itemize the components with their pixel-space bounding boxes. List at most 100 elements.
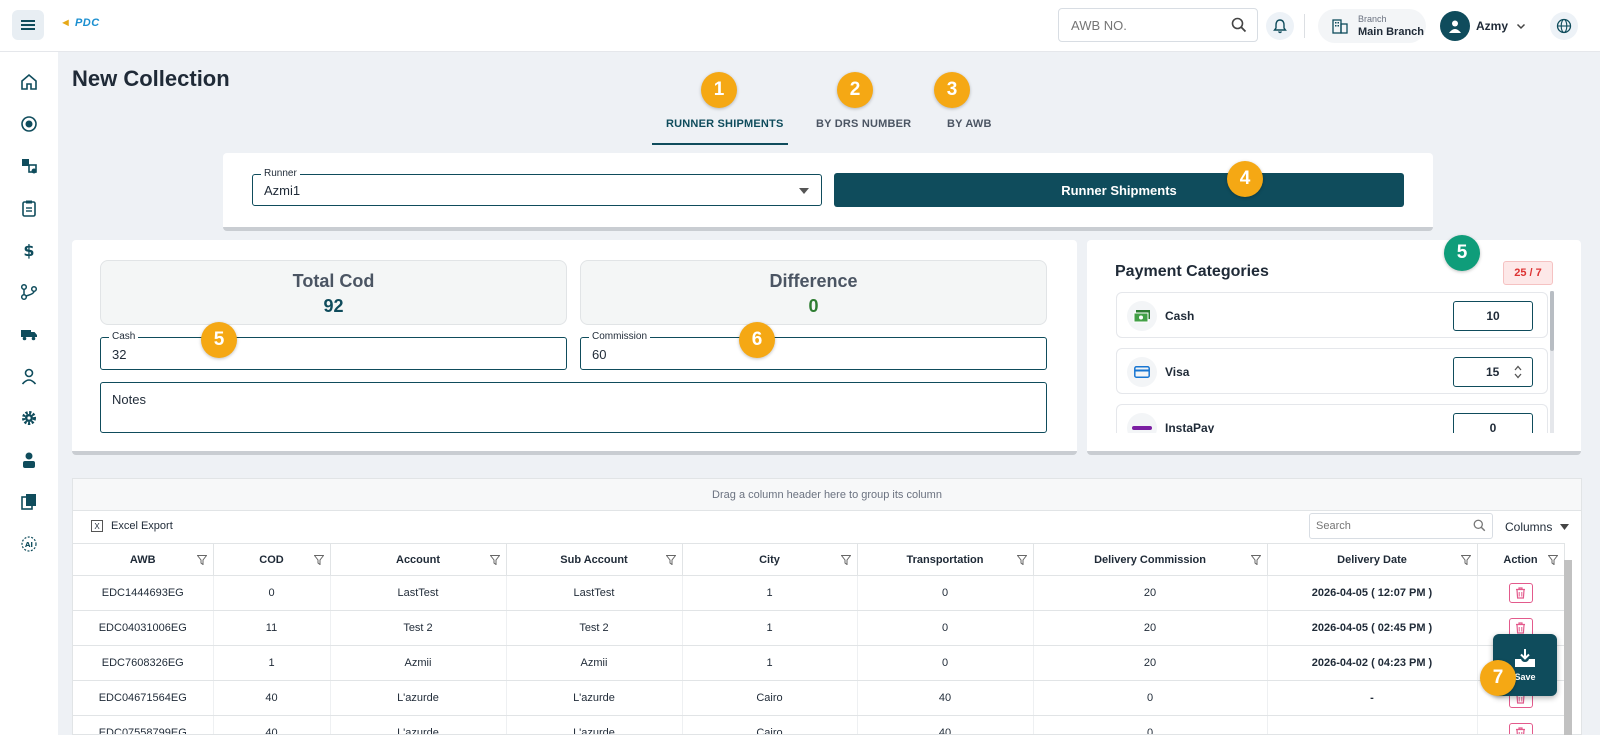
difference-box: Difference 0 — [580, 260, 1047, 325]
tab-by-drs-number[interactable]: BY DRS NUMBER — [816, 118, 911, 130]
filter-icon[interactable] — [313, 555, 324, 565]
payment-label-instapay: InstaPay — [1165, 421, 1215, 433]
chevron-down-icon[interactable] — [1516, 21, 1526, 31]
boxes-icon[interactable] — [17, 154, 41, 178]
excel-export-label: Excel Export — [111, 520, 173, 532]
credit-card-icon — [1127, 357, 1157, 387]
cash-icon — [1127, 301, 1157, 331]
cell-sub-account: L'azurde — [506, 715, 683, 734]
notes-placeholder: Notes — [112, 392, 146, 407]
filter-icon[interactable] — [665, 555, 676, 565]
filter-icon[interactable] — [1460, 555, 1471, 565]
filter-icon[interactable] — [1016, 555, 1027, 565]
column-header-account[interactable]: Account — [330, 543, 507, 576]
search-icon — [1473, 519, 1486, 532]
user-menu[interactable]: Azmy — [1440, 10, 1526, 42]
column-header-delivery-date[interactable]: Delivery Date — [1267, 543, 1478, 576]
gear-icon[interactable] — [17, 406, 41, 430]
step-marker-5-payment: 5 — [1444, 235, 1480, 271]
filter-icon[interactable] — [840, 555, 851, 565]
column-header-city[interactable]: City — [682, 543, 858, 576]
clipboard-icon[interactable] — [17, 196, 41, 220]
table-row[interactable]: EDC07558799EG 40 L'azurde L'azurde Cairo 40 0 — [73, 715, 1565, 734]
dollar-icon[interactable]: $ — [17, 238, 41, 262]
cell-delivery-commission: 0 — [1033, 680, 1268, 716]
notes-field[interactable]: Notes — [100, 382, 1047, 433]
group-panel[interactable]: Drag a column header here to group its c… — [73, 479, 1581, 511]
payment-input-cash[interactable]: 10 — [1453, 301, 1533, 331]
payment-input-visa[interactable]: 15 — [1453, 357, 1533, 387]
delete-button[interactable] — [1508, 723, 1533, 734]
runner-select[interactable]: Runner Azmi1 — [252, 168, 822, 206]
home-icon[interactable] — [17, 70, 41, 94]
grid-search[interactable] — [1309, 513, 1493, 539]
cell-transportation: 40 — [857, 715, 1034, 734]
cell-city: 1 — [682, 645, 858, 681]
table-row[interactable]: EDC1444693EG 0 LastTest LastTest 1 0 20 2026-04… — [73, 575, 1565, 611]
documents-icon[interactable] — [17, 490, 41, 514]
difference-label: Difference — [769, 271, 858, 291]
excel-export-button[interactable]: X Excel Export — [91, 520, 173, 532]
person-icon[interactable] — [17, 364, 41, 388]
filter-icon[interactable] — [196, 555, 207, 565]
search-icon[interactable] — [1231, 17, 1247, 33]
cell-cod: 40 — [213, 680, 331, 716]
table-body: EDC1444693EG 0 LastTest LastTest 1 0 20 2026-04… — [73, 575, 1565, 734]
cell-delivery-date: 2026-04-02 ( 04:23 PM ) — [1267, 645, 1478, 681]
table-row[interactable]: EDC04671564EG 40 L'azurde L'azurde Cairo 40 0- — [73, 680, 1565, 716]
filter-icon[interactable] — [1250, 555, 1261, 565]
grid-search-input[interactable] — [1316, 514, 1466, 538]
svg-text:$: $ — [23, 241, 34, 259]
columns-button[interactable]: Columns — [1505, 520, 1570, 534]
bell-icon[interactable] — [1266, 12, 1294, 40]
commission-value: 60 — [592, 347, 607, 362]
stepper-icon[interactable] — [1514, 365, 1522, 379]
payment-categories-title: Payment Categories — [1115, 263, 1269, 280]
agent-icon[interactable] — [17, 448, 41, 472]
filter-icon[interactable] — [1547, 555, 1558, 565]
table-row[interactable]: EDC7608326EG 1 Azmii Azmii 1 0 20 2026-04-02 ( … — [73, 645, 1565, 681]
payment-item-visa: Visa 15 — [1116, 348, 1548, 394]
column-header-action[interactable]: Action — [1477, 543, 1565, 576]
target-icon[interactable] — [17, 112, 41, 136]
table-row[interactable]: EDC04031006EG 11 Test 2 Test 2 1 0 20 2026-04-0… — [73, 610, 1565, 646]
delete-button[interactable] — [1508, 583, 1533, 603]
caret-down-icon — [1560, 524, 1570, 530]
runner-label: Runner — [261, 168, 300, 179]
grid-scrollbar[interactable] — [1564, 560, 1572, 735]
active-tab-indicator — [652, 143, 788, 145]
branch-flow-icon[interactable] — [17, 280, 41, 304]
cell-account: LastTest — [330, 575, 507, 611]
tab-runner-shipments[interactable]: RUNNER SHIPMENTS — [666, 118, 784, 130]
awb-search[interactable] — [1058, 8, 1258, 42]
payment-item-instapay: InstaPay 0 — [1116, 404, 1548, 433]
column-header-transportation[interactable]: Transportation — [857, 543, 1034, 576]
payment-scrollbar[interactable] — [1550, 291, 1554, 433]
menu-icon[interactable] — [12, 10, 44, 40]
cell-delivery-date — [1267, 715, 1478, 734]
awb-search-input[interactable] — [1071, 9, 1231, 41]
tab-by-awb[interactable]: BY AWB — [947, 118, 992, 130]
branch-selector[interactable]: Branch Main Branch — [1318, 9, 1426, 43]
cell-action — [1477, 715, 1565, 734]
runner-shipments-button[interactable]: Runner Shipments — [834, 173, 1404, 207]
dropdown-arrow-icon[interactable] — [799, 188, 809, 194]
cell-transportation: 40 — [857, 680, 1034, 716]
column-header-delivery-commission[interactable]: Delivery Commission — [1033, 543, 1268, 576]
ai-icon[interactable]: AI — [17, 532, 41, 556]
cell-cod: 11 — [213, 610, 331, 646]
save-label: Save — [1514, 672, 1536, 682]
truck-icon[interactable] — [17, 322, 41, 346]
cell-city: Cairo — [682, 680, 858, 716]
payment-input-instapay[interactable]: 0 — [1453, 413, 1533, 433]
avatar[interactable] — [1440, 11, 1470, 41]
cell-transportation: 0 — [857, 575, 1034, 611]
globe-icon[interactable] — [1550, 12, 1578, 40]
cash-field[interactable]: Cash 32 — [100, 331, 567, 370]
column-header-awb[interactable]: AWB — [73, 543, 214, 576]
column-header-cod[interactable]: COD — [213, 543, 331, 576]
filter-icon[interactable] — [489, 555, 500, 565]
column-header-sub-account[interactable]: Sub Account — [506, 543, 683, 576]
commission-field[interactable]: Commission 60 — [580, 331, 1047, 370]
page-title: New Collection — [72, 66, 230, 91]
